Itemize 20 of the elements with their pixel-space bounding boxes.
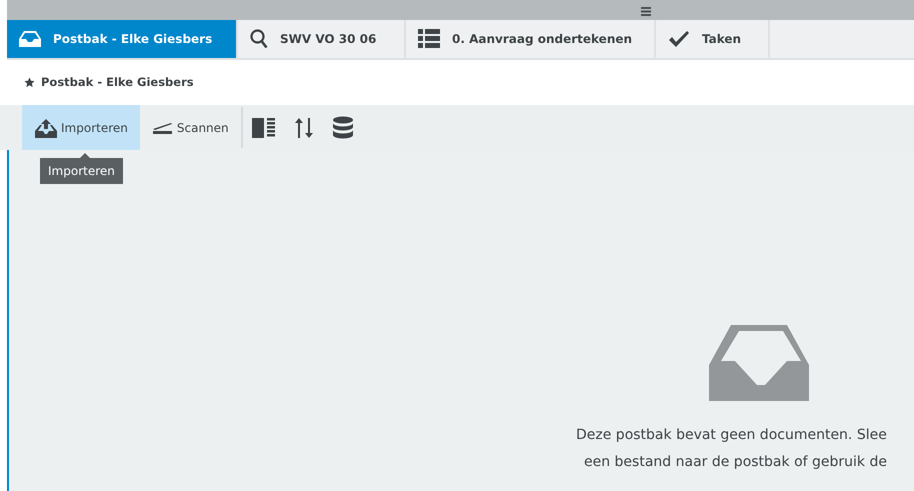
check-icon <box>668 30 690 48</box>
empty-message-line: Deze postbak bevat geen documenten. Slee <box>576 426 887 445</box>
sort-icon <box>294 116 314 138</box>
breadcrumb-title: Postbak - Elke Giesbers <box>41 74 194 91</box>
star-icon <box>24 77 35 88</box>
empty-inbox-icon <box>709 325 809 401</box>
list-icon <box>418 29 440 49</box>
toolbar-button[interactable]: Scannen <box>140 105 241 150</box>
tab[interactable]: Postbak - Elke Giesbers <box>7 20 238 58</box>
columns-icon <box>252 116 276 138</box>
tooltip-pointer-icon <box>80 153 90 158</box>
database-icon <box>332 116 354 140</box>
upload-tray-icon <box>34 116 58 138</box>
scanner-icon <box>152 120 174 134</box>
tooltip: Importeren <box>40 158 123 184</box>
inbox-icon <box>19 30 41 48</box>
search-icon <box>250 29 268 49</box>
drag-handle-icon[interactable] <box>640 7 650 17</box>
toolbar-button[interactable]: Importeren <box>22 105 140 150</box>
empty-message-line: een bestand naar de postbak of gebruik de <box>584 453 887 472</box>
